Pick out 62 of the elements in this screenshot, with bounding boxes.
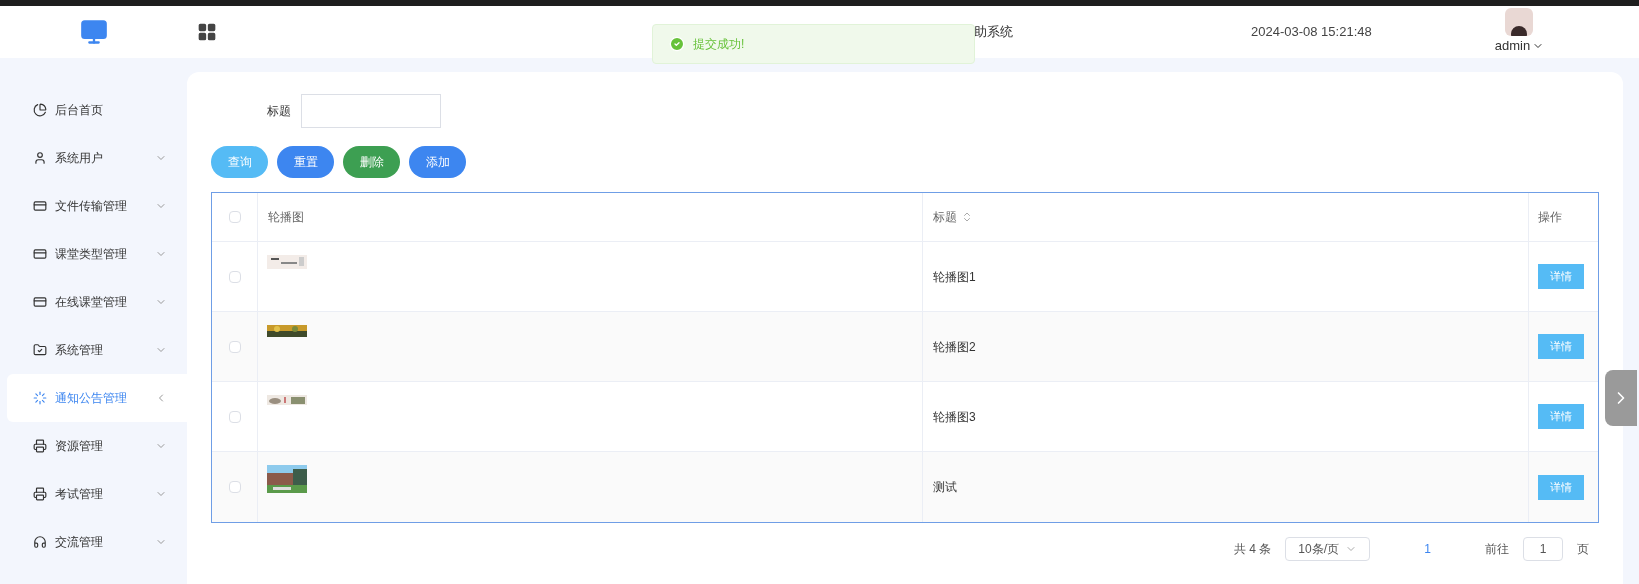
menu-icon <box>33 391 47 405</box>
menu-label: 资源管理 <box>55 438 104 455</box>
user-menu[interactable]: admin <box>1494 36 1545 56</box>
column-header: 轮播图 <box>268 209 304 226</box>
toast-message: 提交成功! <box>693 36 745 53</box>
grid-menu-icon[interactable] <box>197 22 217 42</box>
goto-label: 前往 <box>1485 541 1509 558</box>
total-count: 共 4 条 <box>1233 541 1272 558</box>
menu-label: 系统用户 <box>55 150 104 167</box>
menu-label: 交流管理 <box>55 534 104 551</box>
checkbox[interactable] <box>228 270 241 283</box>
checkbox[interactable] <box>228 410 241 423</box>
sidebar-item[interactable]: 课堂类型管理 <box>7 230 187 278</box>
sidebar-item[interactable]: 在线课堂管理 <box>7 278 187 326</box>
menu-icon <box>33 151 47 165</box>
checkbox[interactable] <box>228 211 241 223</box>
table-cell-text: 轮播图1 <box>933 268 976 286</box>
monitor-icon <box>79 18 108 46</box>
menu-icon <box>33 343 47 357</box>
menu-label: 文件传输管理 <box>55 198 128 215</box>
checkbox[interactable] <box>228 340 241 353</box>
sidebar-item[interactable]: 系统管理 <box>7 326 187 374</box>
column-header: 操作 <box>1538 209 1562 226</box>
menu-icon <box>33 487 47 501</box>
avatar[interactable] <box>1505 8 1534 37</box>
menu-label: 课堂类型管理 <box>55 246 128 263</box>
page-number[interactable]: 1 <box>1424 540 1431 558</box>
goto-input[interactable]: 1 <box>1523 537 1563 561</box>
page-size-select[interactable]: 10条/页 <box>1285 537 1371 561</box>
datetime: 2024-03-08 15:21:48 <box>1251 23 1372 42</box>
success-icon <box>669 36 685 52</box>
page-suffix: 页 <box>1577 541 1589 558</box>
column-header[interactable]: 标题 <box>933 208 957 226</box>
checkbox[interactable] <box>228 481 241 493</box>
menu-icon <box>33 199 47 213</box>
sidebar-item[interactable]: 系统用户 <box>7 134 187 182</box>
table-cell-text: 测试 <box>933 479 957 496</box>
menu-label: 通知公告管理 <box>55 390 128 407</box>
sort-icon[interactable] <box>961 211 973 223</box>
table-cell-text: 轮播图3 <box>933 408 976 426</box>
title-input[interactable] <box>301 94 441 128</box>
menu-icon <box>33 439 47 453</box>
sidebar-item[interactable]: 资源管理 <box>7 422 187 470</box>
menu-icon <box>33 247 47 261</box>
sidebar-item[interactable]: 文件传输管理 <box>7 182 187 230</box>
menu-icon <box>33 103 47 117</box>
menu-label: 系统管理 <box>55 342 104 359</box>
system-title: 助系统 <box>974 23 1013 42</box>
filter-label: 标题 <box>267 103 291 120</box>
sidebar-item[interactable]: 后台首页 <box>7 86 187 134</box>
menu-label: 后台首页 <box>55 102 104 119</box>
menu-label: 考试管理 <box>55 486 104 503</box>
menu-icon <box>33 535 47 549</box>
menu-icon <box>33 295 47 309</box>
menu-label: 在线课堂管理 <box>55 294 128 311</box>
table-cell-text: 轮播图2 <box>933 338 976 356</box>
collapse-toggle[interactable] <box>1605 370 1637 426</box>
sidebar-item[interactable]: 考试管理 <box>7 470 187 518</box>
sidebar-item[interactable]: 交流管理 <box>7 518 187 566</box>
action-button[interactable]: 重置 <box>277 146 334 178</box>
sidebar-item[interactable]: 通知公告管理 <box>7 374 187 422</box>
action-button[interactable]: 添加 <box>409 146 466 178</box>
